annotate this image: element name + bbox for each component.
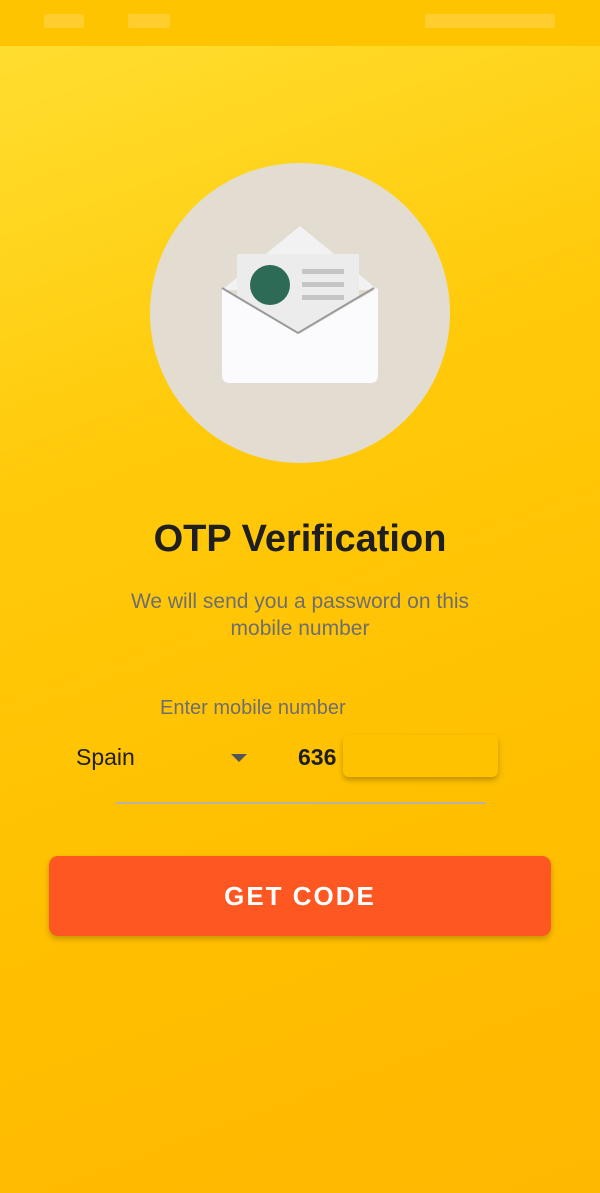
mobile-number-label: Enter mobile number [160,697,346,719]
caret-down-icon[interactable] [231,754,247,762]
get-code-button[interactable]: GET CODE [49,856,551,936]
country-select[interactable]: Spain [76,744,135,771]
page-title: OTP Verification [153,518,447,560]
illustration-circle [150,163,450,463]
signal-icon [44,14,84,28]
page-subtitle: We will send you a password on this mobi… [130,590,470,640]
phone-number-input[interactable]: 636 [298,744,336,771]
status-bar [0,0,600,46]
input-underline [116,802,486,804]
status-icons [425,14,555,28]
redaction-overlay [343,735,498,777]
otp-screen: OTP Verification We will send you a pass… [0,0,600,1193]
open-envelope-icon [221,226,378,383]
notification-icon [128,14,170,28]
